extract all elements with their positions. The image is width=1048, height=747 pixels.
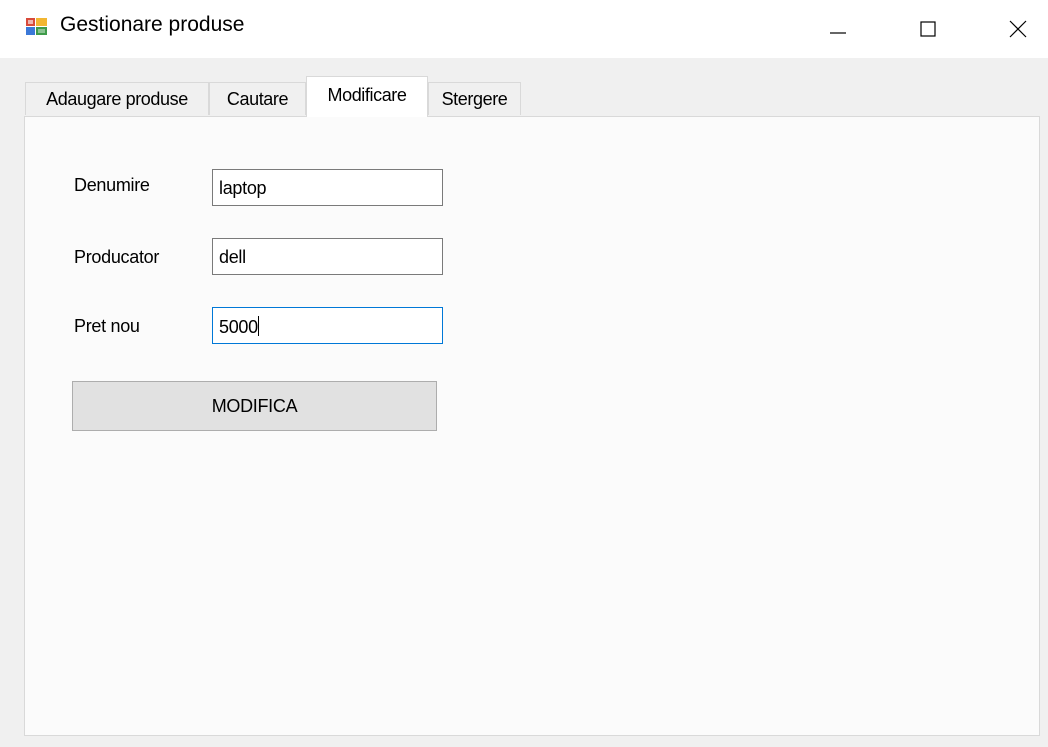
denumire-value: laptop <box>219 178 267 198</box>
tab-panel-modificare: Denumire laptop Producator dell Pret nou… <box>24 116 1040 736</box>
tab-stergere[interactable]: Stergere <box>428 82 521 115</box>
app-window: Gestionare produse Adaugare produse Caut… <box>0 0 1048 747</box>
tab-modificare[interactable]: Modificare <box>306 76 428 117</box>
maximize-button[interactable] <box>898 0 958 58</box>
producator-value: dell <box>219 247 246 267</box>
pret-nou-label: Pret nou <box>74 316 140 336</box>
app-icon <box>25 15 49 37</box>
minimize-icon <box>830 32 846 34</box>
close-icon <box>1009 20 1027 38</box>
title-bar[interactable]: Gestionare produse <box>0 0 1048 58</box>
pret-nou-input[interactable]: 5000 <box>212 307 443 344</box>
window-title: Gestionare produse <box>60 13 245 36</box>
denumire-label: Denumire <box>74 175 150 195</box>
modifica-button[interactable]: MODIFICA <box>72 381 437 431</box>
text-caret <box>257 316 259 336</box>
minimize-button[interactable] <box>808 0 868 58</box>
denumire-input[interactable]: laptop <box>212 169 443 206</box>
producator-label: Producator <box>74 247 160 267</box>
tab-adaugare-produse[interactable]: Adaugare produse <box>25 82 209 115</box>
maximize-icon <box>920 21 936 37</box>
close-button[interactable] <box>988 0 1048 58</box>
producator-input[interactable]: dell <box>212 238 443 275</box>
pret-nou-value: 5000 <box>219 317 258 337</box>
tab-cautare[interactable]: Cautare <box>209 82 306 115</box>
